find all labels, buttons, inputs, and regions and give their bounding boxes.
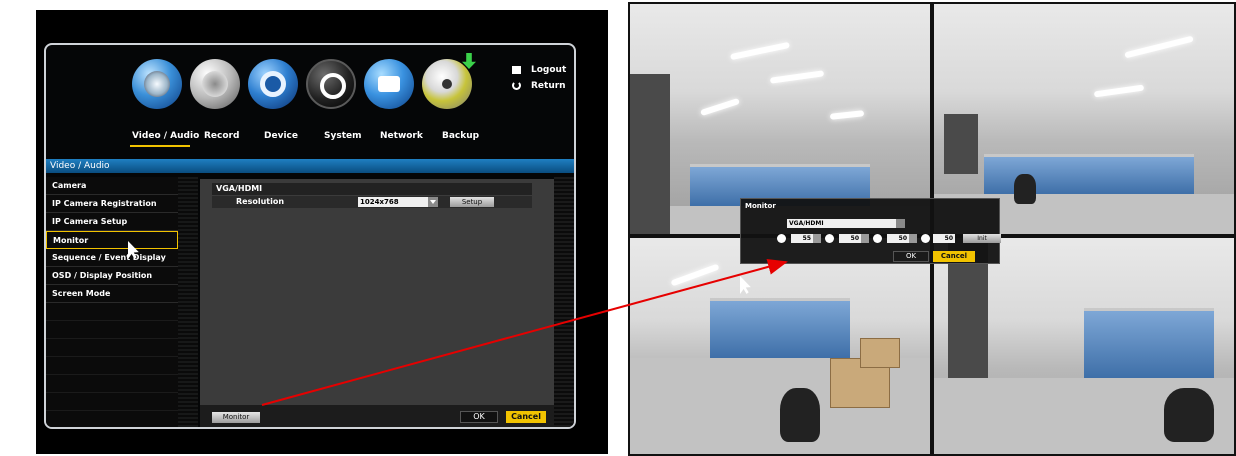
network-icon[interactable]: [364, 59, 414, 109]
resolution-row: Resolution 1024x768 Setup: [212, 196, 532, 208]
tab-system[interactable]: System: [324, 131, 362, 141]
wall-dark: [630, 74, 670, 234]
device-icon[interactable]: [248, 59, 298, 109]
dialog-ok-button[interactable]: OK: [893, 251, 929, 262]
brightness-spinner[interactable]: [813, 234, 821, 243]
tab-video-audio[interactable]: Video / Audio: [132, 131, 199, 141]
logout-label: Logout: [531, 65, 567, 75]
return-icon: [512, 81, 521, 90]
menu-window: Video / Audio Record Device System Netwo…: [44, 43, 576, 429]
tab-network[interactable]: Network: [380, 131, 423, 141]
vga-hdmi-header: VGA/HDMI: [212, 183, 532, 195]
return-button[interactable]: Return: [512, 81, 566, 91]
bottom-bar: Monitor OK Cancel: [200, 405, 554, 427]
logout-button[interactable]: Logout: [512, 65, 566, 75]
video-audio-icon[interactable]: [132, 59, 182, 109]
tab-device[interactable]: Device: [264, 131, 298, 141]
contrast-icon: [825, 234, 834, 243]
dvr-menu-screenshot: Video / Audio Record Device System Netwo…: [36, 10, 608, 454]
section-title: Video / Audio: [50, 161, 110, 171]
side-empty-row: [46, 357, 178, 375]
resolution-label: Resolution: [236, 197, 285, 206]
side-empty-row: [46, 393, 178, 411]
chevron-down-icon[interactable]: [428, 197, 438, 207]
camera-grid: Monitor VGA/HDMI 55 50 50 50 Init OK Can…: [628, 2, 1236, 456]
side-item-sequence-event-display[interactable]: Sequence / Event Display: [46, 249, 178, 267]
section-title-bar: Video / Audio: [46, 159, 574, 173]
wall-monitor: [944, 114, 978, 174]
chevron-down-icon[interactable]: [896, 219, 905, 228]
side-empty-row: [46, 339, 178, 357]
output-select[interactable]: VGA/HDMI: [787, 219, 905, 228]
resolution-value: 1024x768: [360, 198, 399, 206]
office-chair: [780, 388, 820, 442]
saturation-spinner[interactable]: [909, 234, 917, 243]
resolution-select[interactable]: 1024x768: [358, 197, 438, 207]
camera-view-4[interactable]: [934, 238, 1234, 454]
brightness-value[interactable]: 55: [791, 234, 813, 243]
hue-value[interactable]: 50: [933, 234, 955, 243]
dialog-cancel-button[interactable]: Cancel: [933, 251, 975, 262]
saturation-value[interactable]: 50: [887, 234, 909, 243]
vga-hdmi-label: VGA/HDMI: [216, 184, 263, 193]
ok-button[interactable]: OK: [460, 411, 498, 423]
office-chair: [1164, 388, 1214, 442]
adjustment-row: 55 50 50 50 Init: [777, 234, 1001, 244]
record-icon[interactable]: [190, 59, 240, 109]
system-icon[interactable]: [306, 59, 356, 109]
camera-view-3[interactable]: [630, 238, 930, 454]
side-empty-row: [46, 321, 178, 339]
cubicle-partition: [710, 298, 850, 358]
side-menu: Camera IP Camera Registration IP Camera …: [46, 177, 178, 427]
side-item-camera[interactable]: Camera: [46, 177, 178, 195]
side-item-ip-camera-registration[interactable]: IP Camera Registration: [46, 195, 178, 213]
active-tab-underline: [130, 145, 190, 147]
monitor-button[interactable]: Monitor: [212, 412, 260, 423]
office-chair: [1014, 174, 1036, 204]
monitor-dialog: Monitor VGA/HDMI 55 50 50 50 Init OK Can…: [740, 198, 1001, 264]
return-label: Return: [531, 81, 566, 91]
hue-icon: [921, 234, 930, 243]
cancel-button[interactable]: Cancel: [506, 411, 546, 423]
side-item-osd-display-position[interactable]: OSD / Display Position: [46, 267, 178, 285]
side-empty-row: [46, 375, 178, 393]
saturation-icon: [873, 234, 882, 243]
side-item-screen-mode[interactable]: Screen Mode: [46, 285, 178, 303]
init-button[interactable]: Init: [963, 234, 1001, 243]
tab-backup[interactable]: Backup: [442, 131, 479, 141]
top-menu-icons: [132, 53, 476, 127]
output-value: VGA/HDMI: [789, 220, 824, 227]
tab-record[interactable]: Record: [204, 131, 239, 141]
side-item-ip-camera-setup[interactable]: IP Camera Setup: [46, 213, 178, 231]
side-empty-row: [46, 303, 178, 321]
grid-texture-left: [178, 177, 198, 427]
grid-texture-right: [554, 177, 574, 427]
contrast-spinner[interactable]: [861, 234, 869, 243]
cubicle-partition: [1084, 308, 1214, 378]
brightness-icon: [777, 234, 786, 243]
side-item-monitor[interactable]: Monitor: [46, 231, 178, 249]
monitor-dialog-title: Monitor: [745, 202, 776, 210]
content-panel: VGA/HDMI Resolution 1024x768 Setup: [200, 179, 554, 405]
cardboard-box: [860, 338, 900, 368]
setup-button[interactable]: Setup: [450, 197, 494, 207]
logout-icon: [512, 65, 521, 74]
contrast-value[interactable]: 50: [839, 234, 861, 243]
backup-icon[interactable]: [422, 53, 476, 109]
